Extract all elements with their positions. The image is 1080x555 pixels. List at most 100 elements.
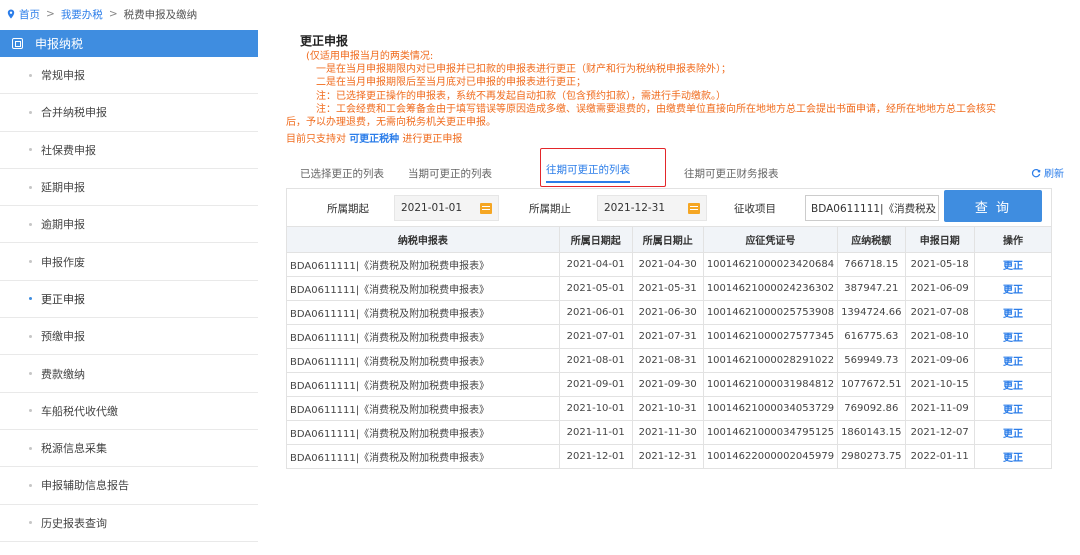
table-row: BDA0611111|《消费税及附加税费申报表》 2021-11-01 2021… xyxy=(286,420,1053,445)
period-end-cell: 2021-05-31 xyxy=(631,276,704,301)
period-end-cell: 2021-12-31 xyxy=(631,444,704,469)
breadcrumb-home[interactable]: 首页 xyxy=(19,7,40,22)
breadcrumb-current: 税费申报及缴纳 xyxy=(123,8,198,21)
tax-amount-cell: 387947.21 xyxy=(837,276,906,301)
filing-date-cell: 2021-12-07 xyxy=(904,420,975,445)
breadcrumb-tax-service[interactable]: 我要办税 xyxy=(61,7,103,22)
tax-amount-cell: 1394724.66 xyxy=(837,300,906,325)
tab-current-period-list[interactable]: 当期可更正的列表 xyxy=(408,166,492,181)
end-date-input[interactable]: 2021-12-31 xyxy=(597,195,707,221)
bullet-icon xyxy=(29,185,32,189)
sidebar-item-correction-filing[interactable]: 更正申报 xyxy=(0,281,258,319)
sidebar-item-prepayment-filing[interactable]: 预缴申报 xyxy=(0,318,258,356)
column-header: 申报日期 xyxy=(904,226,975,253)
filing-date-cell: 2021-05-18 xyxy=(904,252,975,277)
column-header: 纳税申报表 xyxy=(286,226,560,253)
sidebar-item-label: 费款缴纳 xyxy=(41,367,85,381)
column-header: 所属日期起 xyxy=(558,226,633,253)
notice-line: 注：工会经费和工会筹备金由于填写错误等原因造成多缴、误缴需要退费的，由缴费单位直… xyxy=(316,103,996,115)
period-end-cell: 2021-11-30 xyxy=(631,420,704,445)
sidebar-item-auxiliary-report[interactable]: 申报辅助信息报告 xyxy=(0,467,258,505)
period-start-cell: 2021-09-01 xyxy=(558,372,633,397)
bullet-icon xyxy=(29,148,32,152)
form-name-cell: BDA0611111|《消费税及附加税费申报表》 xyxy=(286,372,560,397)
filing-date-cell: 2021-08-10 xyxy=(904,324,975,349)
sidebar-item-label: 预缴申报 xyxy=(41,330,85,344)
form-name-cell: BDA0611111|《消费税及附加税费申报表》 xyxy=(286,396,560,421)
results-table: 纳税申报表 所属日期起 所属日期止 应征凭证号 应纳税额 申报日期 操作 BDA… xyxy=(286,226,1053,469)
period-end-cell: 2021-07-31 xyxy=(631,324,704,349)
sidebar-header[interactable]: 申报纳税 xyxy=(0,30,258,57)
correct-button[interactable]: 更正 xyxy=(973,276,1053,301)
notice-line: 一是在当月申报期限内对已申报并已扣款的申报表进行更正（财产和行为税纳税申报表除外… xyxy=(316,64,731,76)
correct-button[interactable]: 更正 xyxy=(973,348,1053,373)
period-start-cell: 2021-12-01 xyxy=(558,444,633,469)
correct-button[interactable]: 更正 xyxy=(973,444,1053,469)
sidebar-item-fee-payment[interactable]: 费款缴纳 xyxy=(0,355,258,393)
sidebar-item-label: 申报作废 xyxy=(41,255,85,269)
sidebar-item-label: 历史报表查询 xyxy=(41,516,107,530)
start-date-input[interactable]: 2021-01-01 xyxy=(394,195,499,221)
form-name-cell: BDA0611111|《消费税及附加税费申报表》 xyxy=(286,348,560,373)
table-row: BDA0611111|《消费税及附加税费申报表》 2021-05-01 2021… xyxy=(286,276,1053,301)
period-end-cell: 2021-06-30 xyxy=(631,300,704,325)
tax-amount-cell: 766718.15 xyxy=(837,252,906,277)
form-name-cell: BDA0611111|《消费税及附加税费申报表》 xyxy=(286,300,560,325)
form-name-cell: BDA0611111|《消费税及附加税费申报表》 xyxy=(286,444,560,469)
table-row: BDA0611111|《消费税及附加税费申报表》 2021-08-01 2021… xyxy=(286,348,1053,373)
filter-bar: 所属期起 2021-01-01 所属期止 2021-12-31 征收项目 BDA… xyxy=(286,188,1052,226)
refresh-icon xyxy=(1031,168,1041,177)
period-start-cell: 2021-08-01 xyxy=(558,348,633,373)
sidebar-item-overdue-filing[interactable]: 逾期申报 xyxy=(0,206,258,244)
location-pin-icon xyxy=(7,9,15,19)
tab-past-financial-reports[interactable]: 往期可更正财务报表 xyxy=(684,166,779,181)
bullet-icon xyxy=(29,372,32,376)
tax-amount-cell: 1077672.51 xyxy=(837,372,906,397)
correct-button[interactable]: 更正 xyxy=(973,300,1053,325)
refresh-button[interactable]: 刷新 xyxy=(1031,165,1064,180)
bullet-icon xyxy=(29,260,32,264)
page-title: 更正申报 xyxy=(300,34,349,48)
notice-text: (仅适用申报当月的两类情况: 一是在当月申报期限内对已申报并已扣款的申报表进行更… xyxy=(286,50,1080,129)
calendar-icon[interactable] xyxy=(688,203,700,214)
end-date-value: 2021-12-31 xyxy=(604,202,666,214)
sidebar-item-regular-filing[interactable]: 常规申报 xyxy=(0,57,258,95)
column-header: 应纳税额 xyxy=(837,226,906,253)
sidebar-item-void-filing[interactable]: 申报作废 xyxy=(0,243,258,281)
table-row: BDA0611111|《消费税及附加税费申报表》 2021-06-01 2021… xyxy=(286,300,1053,325)
sidebar-item-consolidated-filing[interactable]: 合并纳税申报 xyxy=(0,94,258,132)
notice-line: (仅适用申报当月的两类情况: xyxy=(306,51,434,62)
correct-button[interactable]: 更正 xyxy=(973,420,1053,445)
support-note: 目前只支持对 可更正税种 进行更正申报 xyxy=(286,130,1080,145)
period-start-cell: 2021-11-01 xyxy=(558,420,633,445)
correct-button[interactable]: 更正 xyxy=(973,372,1053,397)
sidebar-item-vehicle-tax[interactable]: 车船税代收代缴 xyxy=(0,393,258,430)
notice-line: 注：已选择更正操作的申报表，系统不再发起自动扣款（包含预约扣款），需进行手动缴款… xyxy=(316,90,726,102)
sidebar-item-label: 更正申报 xyxy=(41,292,85,306)
sidebar-item-deferred-filing[interactable]: 延期申报 xyxy=(0,169,258,207)
correct-button[interactable]: 更正 xyxy=(973,252,1053,277)
support-suffix: 进行更正申报 xyxy=(402,134,463,146)
bullet-icon xyxy=(29,334,32,338)
correct-button[interactable]: 更正 xyxy=(973,396,1053,421)
bullet-icon xyxy=(29,297,32,301)
voucher-number-cell: 10014621000028291022 xyxy=(702,348,839,373)
calendar-icon[interactable] xyxy=(480,203,492,214)
tab-past-period-list[interactable]: 往期可更正的列表 xyxy=(546,162,630,183)
support-prefix: 目前只支持对 xyxy=(286,134,346,146)
query-button[interactable]: 查 询 xyxy=(944,190,1042,222)
bullet-icon xyxy=(29,73,32,77)
voucher-number-cell: 10014621000027577345 xyxy=(702,324,839,349)
start-date-value: 2021-01-01 xyxy=(401,202,463,214)
sidebar-item-social-insurance[interactable]: 社保费申报 xyxy=(0,132,258,169)
sidebar-item-history-query[interactable]: 历史报表查询 xyxy=(0,505,258,542)
taxable-types-link[interactable]: 可更正税种 xyxy=(349,134,399,145)
collection-item-select[interactable]: BDA0611111|《消费税及 ⌄ xyxy=(805,195,939,221)
table-row: BDA0611111|《消费税及附加税费申报表》 2021-07-01 2021… xyxy=(286,324,1053,349)
tab-selected-list[interactable]: 已选择更正的列表 xyxy=(300,166,384,181)
chevron-down-icon: ⌄ xyxy=(924,203,932,213)
notice-line: 后，予以办理退费，无需向税务机关更正申报。 xyxy=(286,117,496,129)
sidebar-item-tax-source[interactable]: 税源信息采集 xyxy=(0,430,258,468)
correct-button[interactable]: 更正 xyxy=(973,324,1053,349)
table-row: BDA0611111|《消费税及附加税费申报表》 2021-09-01 2021… xyxy=(286,372,1053,397)
